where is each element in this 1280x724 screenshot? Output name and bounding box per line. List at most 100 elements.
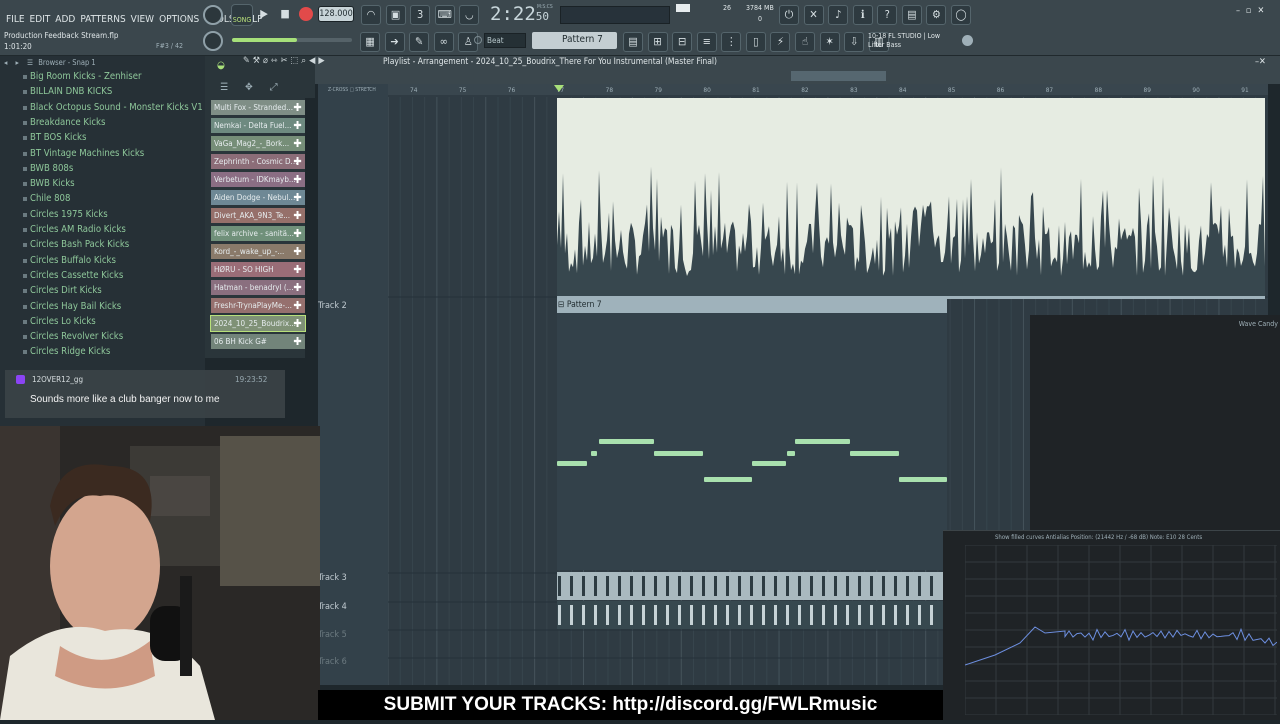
channel-button[interactable]: 06 BH Kick G# ✚ xyxy=(211,334,305,349)
file-icon[interactable]: ▯ xyxy=(745,31,766,52)
save-icon[interactable]: ▤ xyxy=(901,4,922,25)
menu-view[interactable]: VIEW xyxy=(131,14,154,25)
channel-add-icon[interactable]: ✚ xyxy=(292,244,303,259)
browser-item[interactable]: Circles 1975 Kicks xyxy=(23,209,108,220)
channel-button[interactable]: Verbetum - IDKmayb... ✚ xyxy=(211,172,305,187)
channel-button[interactable]: Kord_-_wake_up_-... ✚ xyxy=(211,244,305,259)
snap-select[interactable]: Beat xyxy=(484,33,526,48)
drum-clip-track-3[interactable] xyxy=(557,572,943,600)
help-icon[interactable]: ? xyxy=(877,4,898,25)
channel-add-icon[interactable]: ✚ xyxy=(292,334,303,349)
browser-icon[interactable]: ⋮ xyxy=(721,31,742,52)
channel-button[interactable]: Zephrinth - Cosmic D... ✚ xyxy=(211,154,305,169)
channel-button[interactable]: Hatman - benadryl (... ✚ xyxy=(211,280,305,295)
channel-add-icon[interactable]: ✚ xyxy=(292,100,303,115)
plug-icon[interactable]: ⚡ xyxy=(770,31,791,52)
channel-add-icon[interactable]: ✚ xyxy=(292,190,303,205)
info-icon[interactable]: ℹ xyxy=(852,4,873,25)
channel-button[interactable]: HØRU - SO HIGH ✚ xyxy=(211,262,305,277)
track-label[interactable]: Track 4 xyxy=(318,602,347,612)
wait-record-icon[interactable]: ▣ xyxy=(385,4,406,25)
piano-roll-icon[interactable]: ▦ xyxy=(360,31,380,52)
pattern-clip[interactable] xyxy=(557,299,947,570)
channel-rack-icon[interactable]: ⊞ xyxy=(647,31,668,52)
touch-icon[interactable]: ☝ xyxy=(795,31,816,52)
midi-note[interactable] xyxy=(850,451,899,456)
channel-add-icon[interactable]: ✚ xyxy=(292,280,303,295)
drum-clip-track-4[interactable] xyxy=(557,601,943,629)
browser-item[interactable]: BT Vintage Machines Kicks xyxy=(22,148,144,159)
channel-button[interactable]: Aiden Dodge - Nebul... ✚ xyxy=(211,190,305,205)
track-label[interactable]: Track 2 xyxy=(318,301,347,311)
midi-note[interactable] xyxy=(752,461,786,466)
power-icon[interactable]: ⏻ xyxy=(779,4,799,25)
mixer-window-icon[interactable]: ⊟ xyxy=(672,31,693,52)
browser-item[interactable]: Breakdance Kicks xyxy=(22,117,105,128)
track-label[interactable]: Track 3 xyxy=(318,573,347,583)
menu-options[interactable]: OPTIONS xyxy=(159,14,199,25)
browser-item[interactable]: Circles Buffalo Kicks xyxy=(23,255,116,266)
channel-add-icon[interactable]: ✚ xyxy=(292,226,303,241)
tempo-display[interactable]: 128.000 xyxy=(318,6,354,22)
record-button[interactable] xyxy=(299,7,313,21)
channel-add-icon[interactable]: ✚ xyxy=(292,298,303,313)
midi-note[interactable] xyxy=(591,451,597,456)
channel-button[interactable]: Freshr-TrynaPlayMe-... ✚ xyxy=(211,298,305,313)
master-pitch-knob[interactable] xyxy=(203,31,223,51)
arrow-icon[interactable]: ➔ xyxy=(384,31,405,52)
pattern-selector[interactable]: Pattern 7 xyxy=(532,32,617,49)
channel-button[interactable]: Multi Fox - Stranded... ✚ xyxy=(211,100,305,115)
playlist-tools[interactable]: ✎⚒⌀⇿✂⬚⌕◀▶ xyxy=(243,56,328,66)
channel-button[interactable]: Nemkai - Delta Fuel... ✚ xyxy=(211,118,305,133)
channel-add-icon[interactable]: ✚ xyxy=(292,172,303,187)
channel-button[interactable]: VaGa_Mag2_-_Bork... ✚ xyxy=(211,136,305,151)
play-button[interactable]: ▶ xyxy=(254,5,274,25)
browser-item[interactable]: BILLAIN DNB KICKS xyxy=(22,86,112,97)
browser-item[interactable]: BT BOS Kicks xyxy=(22,132,86,143)
midi-note[interactable] xyxy=(787,451,795,456)
browser-item[interactable]: Chile 808 xyxy=(22,193,70,204)
countdown-icon[interactable]: 3 xyxy=(410,4,431,25)
browser-item[interactable]: Circles Hay Bail Kicks xyxy=(22,301,121,312)
mixer-icon[interactable]: ✕ xyxy=(803,4,824,25)
track-label[interactable]: Track 5 xyxy=(318,630,347,640)
channel-add-icon[interactable]: ✚ xyxy=(292,316,303,331)
channel-add-icon[interactable]: ✚ xyxy=(292,262,303,277)
master-volume-slider[interactable] xyxy=(232,38,352,42)
midi-note[interactable] xyxy=(899,477,947,482)
playlist-close[interactable]: –✕ xyxy=(1255,57,1266,67)
studio-icon[interactable]: ✶ xyxy=(819,31,840,52)
link-icon[interactable]: ∞ xyxy=(433,31,454,52)
playlist-icon[interactable]: ▤ xyxy=(623,31,643,52)
blend-notes-icon[interactable]: ◡ xyxy=(459,4,480,25)
browser-item[interactable]: Big Room Kicks - Zenhiser xyxy=(23,71,142,82)
stop-button[interactable]: ■ xyxy=(275,5,295,25)
master-volume-knob[interactable] xyxy=(203,5,223,25)
channel-add-icon[interactable]: ✚ xyxy=(292,154,303,169)
channel-add-icon[interactable]: ✚ xyxy=(292,118,303,133)
midi-note[interactable] xyxy=(795,439,850,444)
midi-note[interactable] xyxy=(654,451,703,456)
menu-edit[interactable]: EDIT xyxy=(30,14,51,25)
browser-item[interactable]: Circles AM Radio Kicks xyxy=(23,224,126,235)
channel-add-icon[interactable]: ✚ xyxy=(292,208,303,223)
midi-note[interactable] xyxy=(704,477,752,482)
browser-item[interactable]: Circles Ridge Kicks xyxy=(22,346,110,357)
window-controls[interactable]: –▫✕ xyxy=(1236,6,1270,16)
menu-patterns[interactable]: PATTERNS xyxy=(80,14,125,25)
midi-note[interactable] xyxy=(599,439,654,444)
menu-add[interactable]: ADD xyxy=(55,14,75,25)
step-edit-icon[interactable]: ⌨ xyxy=(434,4,455,25)
piano-icon[interactable]: ≡ xyxy=(696,31,717,52)
playlist-scrollbar[interactable] xyxy=(791,71,886,81)
channel-button[interactable]: Divert_AKA_9N3_Te... ✚ xyxy=(211,208,305,223)
metronome-icon[interactable]: ◠ xyxy=(361,4,381,25)
midi-note[interactable] xyxy=(557,461,587,466)
browser-item[interactable]: Circles Cassette Kicks xyxy=(22,270,123,281)
song-mode-toggle[interactable]: SONG xyxy=(231,4,253,26)
menu-file[interactable]: FILE xyxy=(6,14,25,25)
online-globe-icon[interactable] xyxy=(962,35,973,46)
mic-icon[interactable]: ♪ xyxy=(828,4,849,25)
browser-item[interactable]: Black Octopus Sound - Monster Kicks V1 xyxy=(23,102,203,113)
browser-item[interactable]: Circles Dirt Kicks xyxy=(23,285,102,296)
